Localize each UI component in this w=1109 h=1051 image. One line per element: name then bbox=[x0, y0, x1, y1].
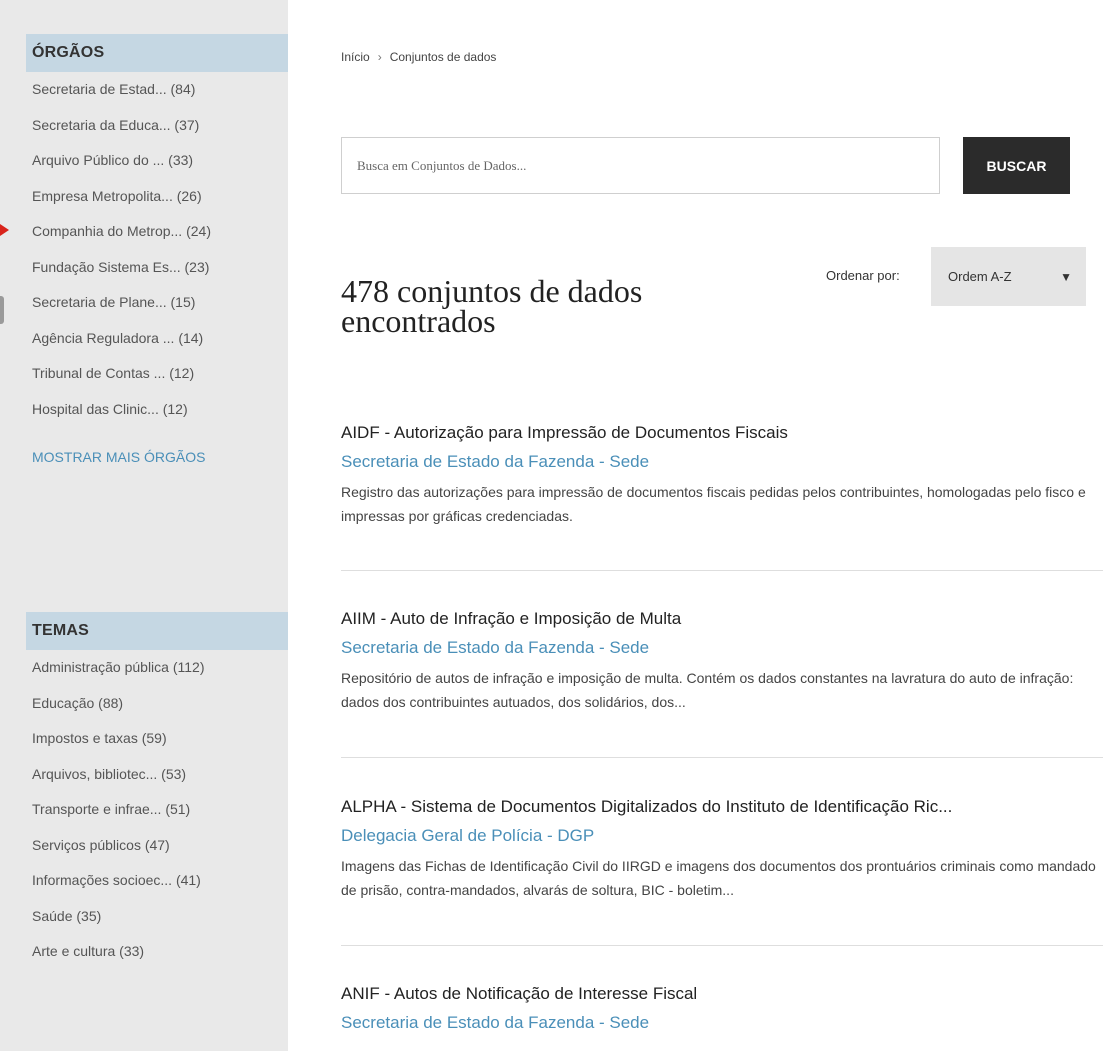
facet-item-tema[interactable]: Arte e cultura (33) bbox=[32, 934, 288, 970]
result-item: ANIF - Autos de Notificação de Interesse… bbox=[341, 983, 1103, 1034]
result-divider bbox=[341, 570, 1103, 571]
facet-item-orgao[interactable]: Agência Reguladora ... (14) bbox=[32, 321, 288, 357]
facet-item-orgao[interactable]: Fundação Sistema Es... (23) bbox=[32, 250, 288, 286]
facet-item-orgao[interactable]: Secretaria da Educa... (37) bbox=[32, 108, 288, 144]
breadcrumb-separator-icon: › bbox=[377, 50, 382, 64]
search-input[interactable] bbox=[341, 137, 940, 194]
facet-item-orgao[interactable]: Arquivo Público do ... (33) bbox=[32, 143, 288, 179]
result-description: Registro das autorizações para impressão… bbox=[341, 484, 1086, 524]
result-title[interactable]: AIIM - Auto de Infração e Imposição de M… bbox=[341, 608, 1103, 630]
sort-selected-value: Ordem A-Z bbox=[948, 269, 1012, 284]
facet-list-temas: Administração pública (112) Educação (88… bbox=[26, 650, 288, 970]
facet-item-orgao[interactable]: Empresa Metropolita... (26) bbox=[32, 179, 288, 215]
facet-temas: TEMAS Administração pública (112) Educaç… bbox=[26, 612, 288, 970]
breadcrumb-current: Conjuntos de dados bbox=[389, 50, 497, 64]
facet-item-orgao[interactable]: Secretaria de Plane... (15) bbox=[32, 285, 288, 321]
facet-item-tema[interactable]: Informações socioec... (41) bbox=[32, 863, 288, 899]
facet-item-orgao[interactable]: Companhia do Metrop... (24) bbox=[32, 214, 288, 250]
facet-item-tema[interactable]: Saúde (35) bbox=[32, 899, 288, 935]
facet-item-orgao[interactable]: Secretaria de Estad... (84) bbox=[32, 72, 288, 108]
result-org-link[interactable]: Secretaria de Estado da Fazenda - Sede bbox=[341, 637, 1103, 659]
facet-item-orgao[interactable]: Hospital das Clinic... (12) bbox=[32, 392, 288, 428]
facet-item-tema[interactable]: Impostos e taxas (59) bbox=[32, 721, 288, 757]
facet-item-tema[interactable]: Educação (88) bbox=[32, 686, 288, 722]
search-button[interactable]: BUSCAR bbox=[963, 137, 1070, 194]
caret-down-icon: ▼ bbox=[1060, 269, 1072, 284]
result-org-link[interactable]: Secretaria de Estado da Fazenda - Sede bbox=[341, 1012, 1103, 1034]
result-description: Imagens das Fichas de Identificação Civi… bbox=[341, 858, 1096, 898]
result-divider bbox=[341, 757, 1103, 758]
red-arrow-marker bbox=[0, 224, 9, 236]
result-org-link[interactable]: Delegacia Geral de Polícia - DGP bbox=[341, 825, 1103, 847]
facet-item-tema[interactable]: Serviços públicos (47) bbox=[32, 828, 288, 864]
result-title[interactable]: ANIF - Autos de Notificação de Interesse… bbox=[341, 983, 1103, 1005]
show-more-orgaos-link[interactable]: MOSTRAR MAIS ÓRGÃOS bbox=[26, 437, 288, 477]
facet-list-orgaos: Secretaria de Estad... (84) Secretaria d… bbox=[26, 72, 288, 427]
facet-item-orgao[interactable]: Tribunal de Contas ... (12) bbox=[32, 356, 288, 392]
result-item: AIDF - Autorização para Impressão de Doc… bbox=[341, 422, 1103, 528]
result-title[interactable]: AIDF - Autorização para Impressão de Doc… bbox=[341, 422, 1103, 444]
facet-item-tema[interactable]: Administração pública (112) bbox=[32, 650, 288, 686]
result-divider bbox=[341, 945, 1103, 946]
result-org-link[interactable]: Secretaria de Estado da Fazenda - Sede bbox=[341, 451, 1103, 473]
sidebar: ÓRGÃOS Secretaria de Estad... (84) Secre… bbox=[0, 0, 288, 1051]
facet-item-tema[interactable]: Transporte e infrae... (51) bbox=[32, 792, 288, 828]
sort-label: Ordenar por: bbox=[826, 268, 900, 283]
sort-select[interactable]: Ordem A-Z ▼ bbox=[931, 247, 1086, 306]
facet-orgaos: ÓRGÃOS Secretaria de Estad... (84) Secre… bbox=[26, 34, 288, 477]
breadcrumb: Início › Conjuntos de dados bbox=[341, 50, 496, 64]
results-count-title: 478 conjuntos de dados encontrados bbox=[341, 273, 643, 339]
breadcrumb-home-link[interactable]: Início bbox=[341, 50, 370, 64]
facet-header-orgaos: ÓRGÃOS bbox=[26, 34, 288, 72]
scroll-marker bbox=[0, 296, 4, 324]
result-item: AIIM - Auto de Infração e Imposição de M… bbox=[341, 608, 1103, 714]
facet-item-tema[interactable]: Arquivos, bibliotec... (53) bbox=[32, 757, 288, 793]
result-description: Repositório de autos de infração e impos… bbox=[341, 670, 1074, 710]
result-item: ALPHA - Sistema de Documentos Digitaliza… bbox=[341, 796, 1103, 902]
main-content: Início › Conjuntos de dados BUSCAR 478 c… bbox=[314, 0, 1109, 1051]
facet-header-temas: TEMAS bbox=[26, 612, 288, 650]
result-title[interactable]: ALPHA - Sistema de Documentos Digitaliza… bbox=[341, 796, 1103, 818]
